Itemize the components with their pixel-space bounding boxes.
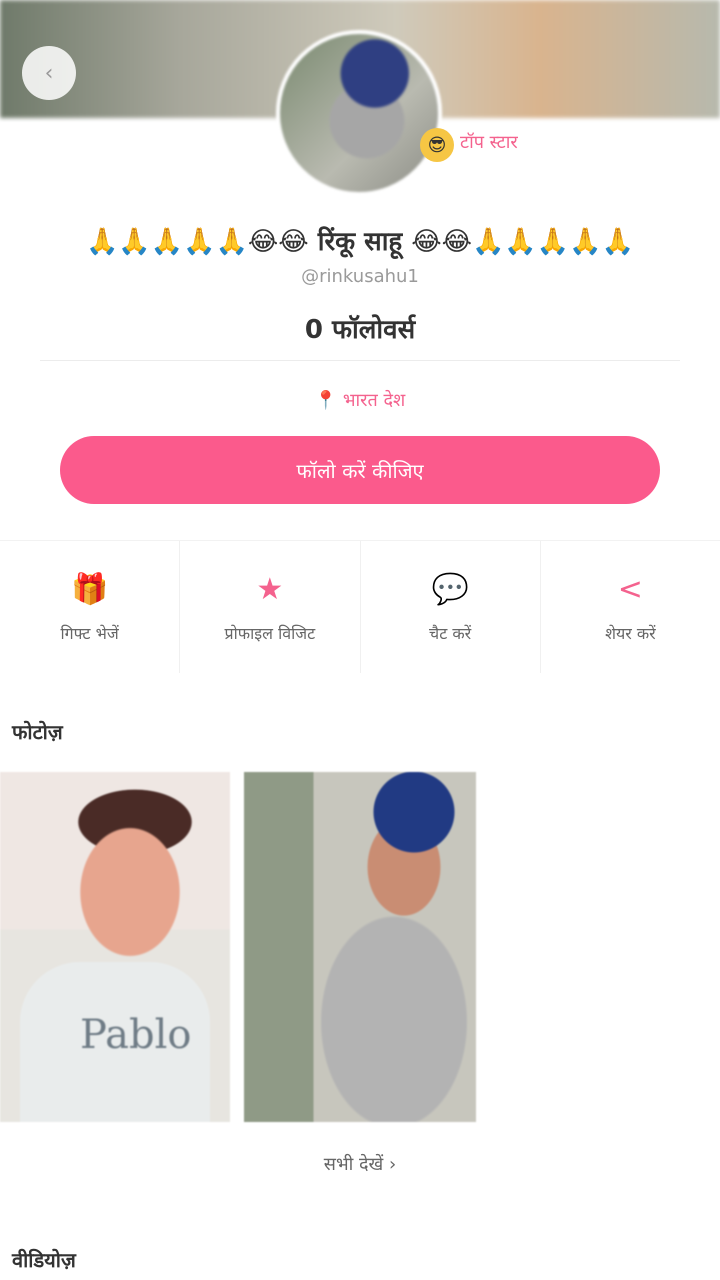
photo-thumbnail[interactable]	[244, 772, 476, 1122]
location-text: भारत देश	[342, 390, 406, 411]
action-profile-visit[interactable]: ★ प्रोफाइल विजिट	[180, 541, 361, 673]
followers-count[interactable]: 0 फॉलोवर्स	[0, 310, 720, 346]
photos-section-title: फोटोज़	[12, 720, 63, 744]
back-button[interactable]: ‹	[22, 46, 76, 100]
badge-label: टॉप स्टार	[460, 132, 518, 153]
location-row: 📍 भारत देश	[0, 388, 720, 412]
follow-button[interactable]: फॉलो करें कीजिए	[60, 436, 660, 504]
action-bar: 🎁 गिफ्ट भेजें ★ प्रोफाइल विजिट 💬 चैट करे…	[0, 540, 720, 673]
action-label: शेयर करें	[605, 624, 656, 643]
action-label: प्रोफाइल विजिट	[224, 624, 316, 643]
action-label: गिफ्ट भेजें	[60, 624, 119, 643]
action-chat[interactable]: 💬 चैट करें	[361, 541, 541, 673]
action-gift[interactable]: 🎁 गिफ्ट भेजें	[0, 541, 181, 673]
chat-icon: 💬	[431, 572, 469, 607]
divider	[40, 360, 680, 361]
avatar[interactable]	[276, 30, 442, 196]
photo-thumbnail[interactable]: Pablo	[0, 772, 230, 1122]
photo-shirt-text: Pablo	[80, 1012, 192, 1058]
badge-emoji: 😎	[427, 134, 447, 156]
videos-section-title: वीडियोज़	[12, 1248, 76, 1272]
share-icon: <	[617, 572, 643, 607]
profile-name: 🙏🙏🙏🙏🙏😂😂 रिंकू साहू 😂😂🙏🙏🙏🙏🙏	[86, 227, 634, 257]
see-more-link[interactable]: सभी देखें ›	[0, 1152, 720, 1176]
back-icon: ‹	[44, 60, 54, 86]
profile-handle: @rinkusahu1	[301, 266, 419, 287]
star-icon: ★	[256, 572, 284, 607]
gift-icon: 🎁	[70, 572, 109, 607]
photo-grid: Pablo	[0, 772, 720, 1122]
location-pin-icon: 📍	[314, 390, 338, 411]
action-share[interactable]: < शेयर करें	[541, 541, 720, 673]
badge-emoji-icon: 😎	[420, 128, 454, 162]
action-label: चैट करें	[429, 624, 472, 643]
